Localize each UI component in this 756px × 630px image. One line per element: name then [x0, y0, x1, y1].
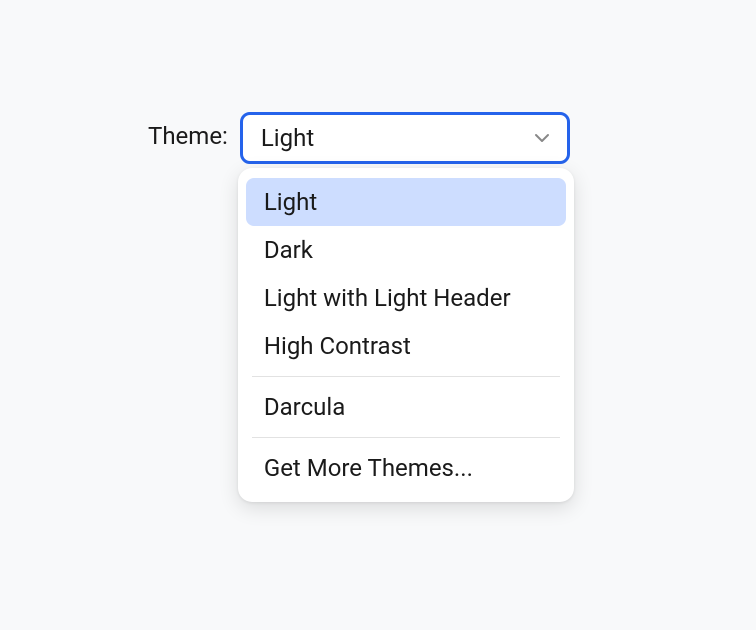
dropdown-divider — [252, 437, 560, 438]
theme-option[interactable]: Get More Themes... — [246, 444, 566, 492]
theme-option[interactable]: Light — [246, 178, 566, 226]
theme-option[interactable]: High Contrast — [246, 322, 566, 370]
chevron-down-icon — [533, 129, 551, 147]
theme-option[interactable]: Dark — [246, 226, 566, 274]
theme-dropdown: LightDarkLight with Light HeaderHigh Con… — [238, 168, 574, 502]
theme-option[interactable]: Light with Light Header — [246, 274, 566, 322]
theme-option[interactable]: Darcula — [246, 383, 566, 431]
dropdown-divider — [252, 376, 560, 377]
theme-label: Theme: — [148, 112, 228, 150]
theme-select[interactable]: Light — [240, 112, 570, 164]
theme-select-value: Light — [261, 124, 314, 152]
